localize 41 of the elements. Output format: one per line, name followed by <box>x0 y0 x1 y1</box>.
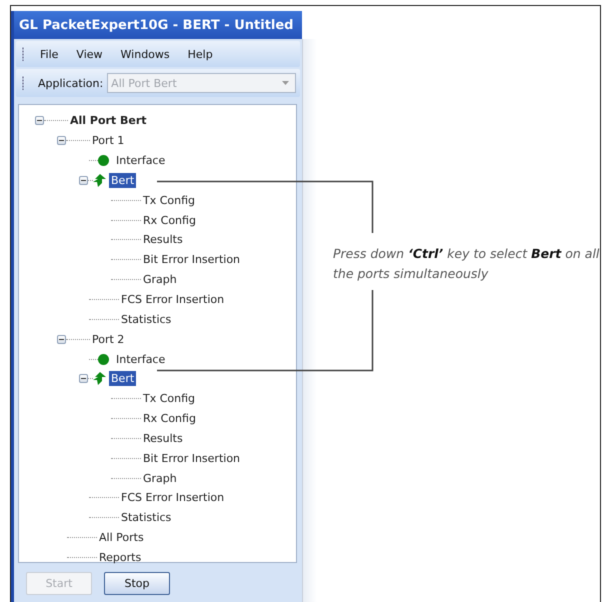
tree-item[interactable]: Tx Config <box>141 192 198 208</box>
action-button[interactable]: Stop <box>104 572 170 595</box>
tree-item[interactable]: Bit Error Insertion <box>141 450 242 466</box>
tree-item[interactable]: Statistics <box>119 312 174 327</box>
annotation-text: Press down ‘Ctrl’ key to select Bert on all the ports simultaneously <box>333 245 600 283</box>
tree-item[interactable]: Bit Error Insertion <box>141 252 242 268</box>
tree-item[interactable]: Bert <box>109 371 136 386</box>
tree-item[interactable]: FCS Error Insertion <box>119 292 226 308</box>
tree-item[interactable]: Port 2 <box>90 332 126 347</box>
collapse-toggle[interactable] <box>79 176 88 185</box>
tree-item[interactable]: Tx Config <box>141 391 198 406</box>
tree-item[interactable]: Statistics <box>119 510 174 526</box>
status-dot-icon <box>98 155 109 166</box>
menu-item[interactable]: Help <box>186 46 215 62</box>
collapse-toggle[interactable] <box>79 374 88 384</box>
collapse-toggle[interactable] <box>35 116 44 126</box>
collapse-toggle[interactable] <box>57 334 66 344</box>
tree-item[interactable]: Rx Config <box>141 411 198 426</box>
dropdown-caret-icon <box>282 81 289 85</box>
status-dot-icon <box>98 354 109 365</box>
tree-item[interactable]: Interface <box>114 153 168 168</box>
tree-item[interactable]: Port 1 <box>90 133 126 148</box>
tree-item[interactable]: Results <box>141 430 185 446</box>
application-label: Application: <box>38 76 104 90</box>
tree-item[interactable]: Reports <box>97 550 144 565</box>
window-title: GL PacketExpert10G - BERT - Untitled <box>14 11 302 39</box>
tree-item[interactable]: Results <box>141 232 185 248</box>
tree-item[interactable]: FCS Error Insertion <box>119 490 226 506</box>
menu-item[interactable]: File <box>38 46 60 62</box>
tree-item[interactable]: All Ports <box>97 530 146 546</box>
collapse-toggle[interactable] <box>57 136 66 146</box>
tree-item[interactable]: Graph <box>141 470 179 486</box>
arrow-icon <box>93 174 106 187</box>
menu-item[interactable]: View <box>74 46 105 62</box>
arrow-icon <box>93 372 106 386</box>
tree-item[interactable]: Bert <box>109 172 136 188</box>
tree-item[interactable]: All Port Bert <box>68 113 149 128</box>
menu-item[interactable]: Windows <box>118 46 172 62</box>
tree-item[interactable]: Interface <box>114 352 168 367</box>
tree-item[interactable]: Graph <box>141 272 179 288</box>
tree-item[interactable]: Rx Config <box>141 212 198 228</box>
